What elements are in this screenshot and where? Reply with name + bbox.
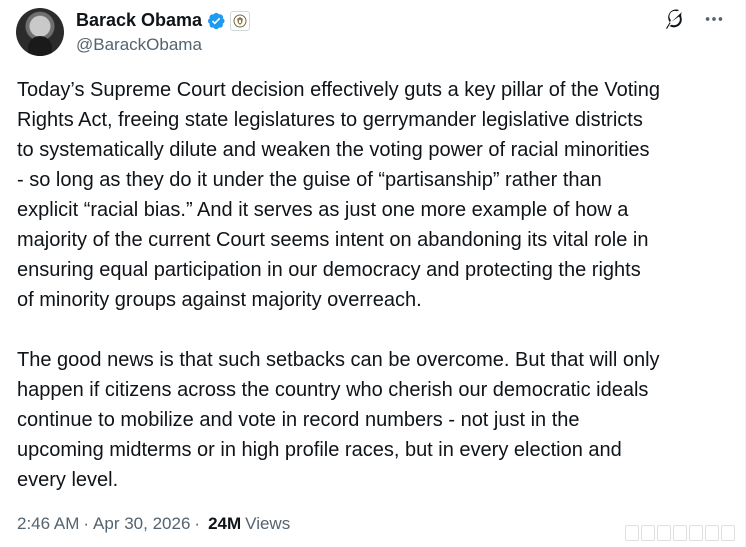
views-count[interactable]: 24M bbox=[208, 514, 241, 534]
watermark-icon bbox=[625, 525, 735, 541]
government-seal-icon[interactable] bbox=[230, 10, 251, 31]
tweet-header: Barack Obama @BarackObama bbox=[16, 6, 251, 58]
meta-separator: · bbox=[83, 514, 90, 533]
handle[interactable]: @BarackObama bbox=[76, 35, 250, 55]
tweet-date[interactable]: Apr 30, 2026 bbox=[93, 514, 190, 534]
tweet-text-paragraph-1: Today’s Supreme Court decision effective… bbox=[17, 79, 660, 311]
tweet-card: Barack Obama @BarackObama Today’s Suprem… bbox=[0, 0, 746, 547]
name-row: Barack Obama bbox=[76, 10, 251, 32]
tweet-text-paragraph-2: The good news is that such setbacks can … bbox=[17, 349, 660, 491]
tweet-time[interactable]: 2:46 AM bbox=[17, 514, 79, 534]
grok-icon[interactable] bbox=[661, 6, 687, 32]
author-info: Barack Obama @BarackObama bbox=[76, 10, 251, 55]
top-actions bbox=[661, 6, 727, 32]
tweet-meta: 2:46 AM · Apr 30, 2026 · 24M Views bbox=[17, 514, 290, 534]
more-icon[interactable] bbox=[701, 6, 727, 32]
meta-separator-2: · bbox=[194, 514, 201, 533]
avatar[interactable] bbox=[16, 8, 64, 56]
views-label: Views bbox=[245, 514, 291, 533]
verified-badge-icon[interactable] bbox=[206, 11, 226, 31]
display-name[interactable]: Barack Obama bbox=[76, 10, 202, 31]
